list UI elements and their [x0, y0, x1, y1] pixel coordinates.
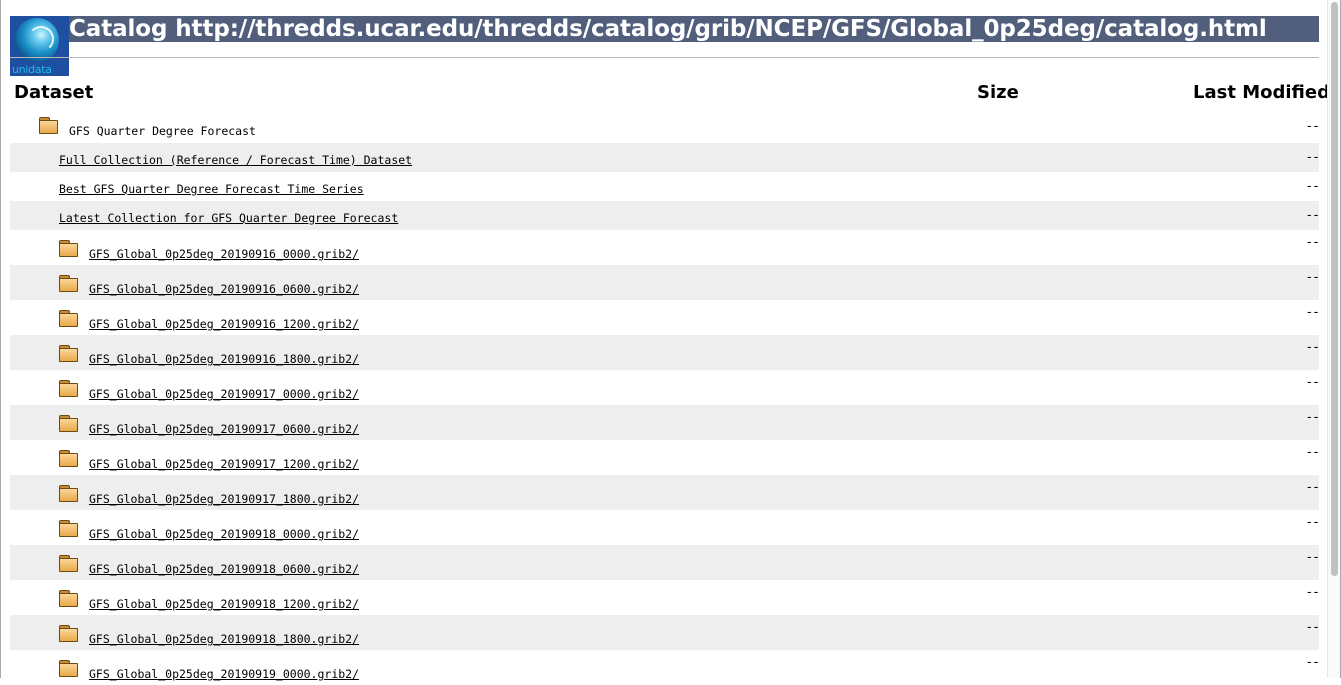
folder-link[interactable]: GFS_Global_0p25deg_20190919_0000.grib2/	[89, 667, 359, 681]
folder-link[interactable]: GFS_Global_0p25deg_20190916_0000.grib2/	[89, 247, 359, 261]
last-modified-value: --	[1305, 305, 1320, 320]
last-modified-value: --	[1305, 235, 1320, 250]
folder-link[interactable]: GFS_Global_0p25deg_20190917_0600.grib2/	[89, 422, 359, 436]
folder-link[interactable]: GFS_Global_0p25deg_20190916_1200.grib2/	[89, 317, 359, 331]
table-row: GFS_Global_0p25deg_20190918_0600.grib2/ -…	[10, 545, 1320, 580]
table-row: GFS_Global_0p25deg_20190919_0000.grib2/ -…	[10, 650, 1320, 685]
folder-link[interactable]: GFS_Global_0p25deg_20190918_0600.grib2/	[89, 562, 359, 576]
folder-link[interactable]: GFS_Global_0p25deg_20190918_1800.grib2/	[89, 632, 359, 646]
folder-icon	[59, 485, 78, 502]
last-modified-value: --	[1305, 119, 1320, 134]
column-header-last-modified: Last Modified	[1193, 82, 1330, 103]
table-row: GFS_Global_0p25deg_20190917_1200.grib2/ -…	[10, 440, 1320, 475]
table-row: GFS_Global_0p25deg_20190916_0600.grib2/ -…	[10, 265, 1320, 300]
folder-icon	[59, 275, 78, 292]
header-divider	[10, 57, 1319, 58]
last-modified-value: --	[1305, 375, 1320, 390]
dataset-link-latest-collection[interactable]: Latest Collection for GFS Quarter Degree…	[59, 211, 398, 225]
table-row: Best GFS Quarter Degree Forecast Time Se…	[10, 172, 1320, 201]
last-modified-value: --	[1305, 208, 1320, 223]
last-modified-value: --	[1305, 550, 1320, 565]
catalog-header: unidata Catalog http://thredds.ucar.edu/…	[10, 16, 1319, 76]
last-modified-value: --	[1305, 150, 1320, 165]
folder-link[interactable]: GFS_Global_0p25deg_20190916_1800.grib2/	[89, 352, 359, 366]
folder-link[interactable]: GFS_Global_0p25deg_20190917_1200.grib2/	[89, 457, 359, 471]
table-row: GFS_Global_0p25deg_20190918_1800.grib2/ -…	[10, 615, 1320, 650]
scrollbar-thumb[interactable]	[1331, 2, 1338, 576]
last-modified-value: --	[1305, 515, 1320, 530]
table-row: GFS_Global_0p25deg_20190916_0000.grib2/ -…	[10, 230, 1320, 265]
last-modified-value: --	[1305, 655, 1320, 670]
folder-icon	[59, 345, 78, 362]
parent-dataset-label: GFS Quarter Degree Forecast	[69, 124, 256, 138]
folder-link[interactable]: GFS_Global_0p25deg_20190916_0600.grib2/	[89, 282, 359, 296]
last-modified-value: --	[1305, 620, 1320, 635]
table-row: GFS_Global_0p25deg_20190916_1800.grib2/ -…	[10, 335, 1320, 370]
folder-icon	[59, 590, 78, 607]
dataset-link-best-time-series[interactable]: Best GFS Quarter Degree Forecast Time Se…	[59, 182, 364, 196]
folder-icon	[59, 625, 78, 642]
table-row: Full Collection (Reference / Forecast Ti…	[10, 143, 1320, 172]
vertical-scrollbar[interactable]	[1327, 0, 1340, 678]
last-modified-value: --	[1305, 480, 1320, 495]
last-modified-value: --	[1305, 445, 1320, 460]
dataset-link-full-collection[interactable]: Full Collection (Reference / Forecast Ti…	[59, 153, 412, 167]
table-row: GFS_Global_0p25deg_20190917_0000.grib2/ -…	[10, 370, 1320, 405]
column-header-dataset: Dataset	[14, 82, 94, 103]
last-modified-value: --	[1305, 270, 1320, 285]
table-row: GFS_Global_0p25deg_20190916_1200.grib2/ -…	[10, 300, 1320, 335]
column-header-size: Size	[977, 82, 1019, 103]
last-modified-value: --	[1305, 585, 1320, 600]
folder-icon	[59, 240, 78, 257]
table-row-parent: GFS Quarter Degree Forecast --	[10, 114, 1320, 143]
page-title: Catalog http://thredds.ucar.edu/thredds/…	[69, 16, 1267, 42]
logo-swoosh	[28, 26, 54, 52]
folder-icon	[59, 450, 78, 467]
table-row: GFS_Global_0p25deg_20190918_1200.grib2/ -…	[10, 580, 1320, 615]
table-row: GFS_Global_0p25deg_20190918_0000.grib2/ -…	[10, 510, 1320, 545]
folder-link[interactable]: GFS_Global_0p25deg_20190917_1800.grib2/	[89, 492, 359, 506]
folder-icon	[59, 380, 78, 397]
folder-icon	[59, 660, 78, 677]
table-row: GFS_Global_0p25deg_20190917_0600.grib2/ -…	[10, 405, 1320, 440]
last-modified-value: --	[1305, 179, 1320, 194]
folder-link[interactable]: GFS_Global_0p25deg_20190918_1200.grib2/	[89, 597, 359, 611]
folder-icon	[59, 520, 78, 537]
last-modified-value: --	[1305, 410, 1320, 425]
last-modified-value: --	[1305, 340, 1320, 355]
folder-icon	[59, 415, 78, 432]
folder-icon	[59, 310, 78, 327]
folder-icon	[39, 117, 58, 134]
table-row: Latest Collection for GFS Quarter Degree…	[10, 201, 1320, 230]
logo-text: unidata	[12, 63, 52, 76]
table-row: GFS_Global_0p25deg_20190917_1800.grib2/ -…	[10, 475, 1320, 510]
unidata-logo-icon: unidata	[10, 16, 69, 76]
folder-icon	[59, 555, 78, 572]
folder-link[interactable]: GFS_Global_0p25deg_20190917_0000.grib2/	[89, 387, 359, 401]
folder-link[interactable]: GFS_Global_0p25deg_20190918_0000.grib2/	[89, 527, 359, 541]
catalog-title-bar: Catalog http://thredds.ucar.edu/thredds/…	[69, 16, 1319, 42]
